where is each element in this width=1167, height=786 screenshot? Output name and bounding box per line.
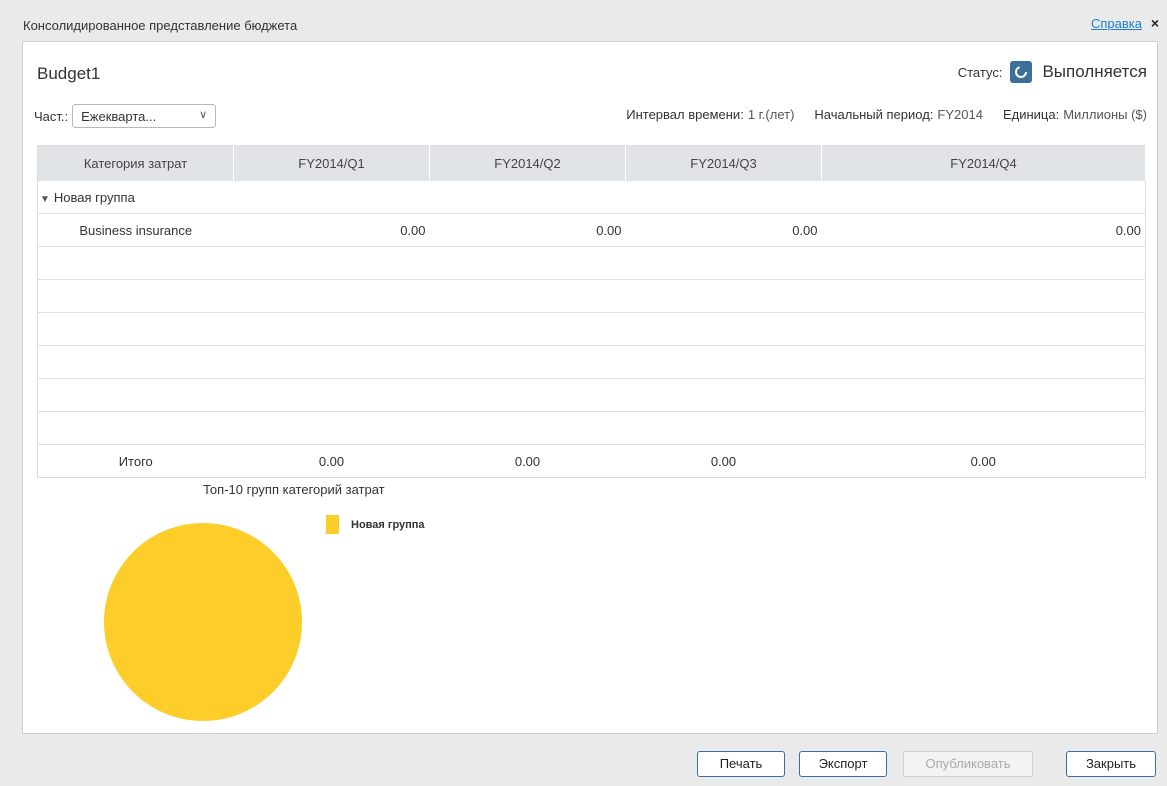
- total-cell: 0.00: [625, 444, 822, 478]
- frequency-value: Ежекварта...: [81, 109, 157, 124]
- interval-value: 1 г.(лет): [747, 107, 795, 122]
- column-header: FY2014/Q3: [625, 145, 822, 181]
- empty-row: [37, 279, 1146, 313]
- total-label: Итого: [37, 444, 234, 478]
- export-button[interactable]: Экспорт: [799, 751, 887, 777]
- budget-table: Категория затрат FY2014/Q1 FY2014/Q2 FY2…: [37, 145, 1146, 478]
- empty-row: [37, 312, 1146, 346]
- start-period-value: FY2014: [937, 107, 983, 122]
- value-cell: 0.00: [429, 213, 626, 247]
- budget-meta: Интервал времени: 1 г.(лет) Начальный пе…: [626, 107, 1147, 122]
- status-label: Статус:: [957, 64, 1003, 80]
- unit-label: Единица:: [1002, 107, 1060, 122]
- interval-label: Интервал времени:: [626, 107, 744, 122]
- table-row[interactable]: Business insurance 0.00 0.00 0.00 0.00: [37, 213, 1146, 247]
- group-name: Новая группа: [53, 189, 135, 205]
- value-cell: 0.00: [625, 213, 822, 247]
- collapse-triangle-icon[interactable]: ▼: [40, 194, 50, 205]
- category-cell: Business insurance: [37, 213, 234, 247]
- unit-value: Миллионы ($): [1063, 107, 1147, 122]
- value-cell: 0.00: [233, 213, 430, 247]
- chart-title: Топ-10 групп категорий затрат: [203, 482, 385, 497]
- total-cell: 0.00: [233, 444, 430, 478]
- empty-row: [37, 378, 1146, 412]
- spinner-icon: [1010, 61, 1033, 83]
- budget-name: Budget1: [37, 64, 101, 83]
- legend-swatch: [326, 515, 339, 534]
- empty-row: [37, 411, 1146, 445]
- column-header: FY2014/Q2: [429, 145, 626, 181]
- pie-slice: [104, 523, 302, 721]
- help-link[interactable]: Справка: [1091, 16, 1142, 31]
- print-button[interactable]: Печать: [697, 751, 785, 777]
- frequency-label: Част.:: [34, 108, 69, 124]
- empty-row: [37, 345, 1146, 379]
- chevron-down-icon: ∨: [199, 109, 208, 121]
- frequency-select[interactable]: Ежекварта... ∨: [72, 104, 217, 128]
- frequency-control: Част.: Ежекварта... ∨: [34, 104, 217, 128]
- group-row[interactable]: ▼ Новая группа: [37, 180, 1146, 214]
- pie-chart: [104, 523, 302, 721]
- publish-button[interactable]: Опубликовать: [903, 751, 1033, 777]
- status-area: Статус: Выполняется: [958, 61, 1147, 83]
- start-period-label: Начальный период:: [814, 107, 934, 122]
- total-cell: 0.00: [429, 444, 626, 478]
- title-bar: Консолидированное представление бюджета …: [0, 0, 1167, 40]
- value-cell: 0.00: [821, 213, 1146, 247]
- status-value: Выполняется: [1042, 62, 1147, 81]
- close-icon[interactable]: ×: [1151, 15, 1159, 31]
- close-button[interactable]: Закрыть: [1066, 751, 1156, 777]
- chart-legend: Новая группа: [326, 515, 425, 534]
- column-header: FY2014/Q4: [821, 145, 1146, 181]
- column-header: FY2014/Q1: [233, 145, 430, 181]
- group-cell[interactable]: ▼ Новая группа: [37, 180, 1146, 214]
- total-cell: 0.00: [821, 444, 1146, 478]
- legend-label: Новая группа: [351, 518, 425, 531]
- content-panel: Budget1 Статус: Выполняется Част.: Ежекв…: [22, 41, 1158, 734]
- empty-row: [37, 246, 1146, 280]
- total-row: Итого 0.00 0.00 0.00 0.00: [37, 444, 1146, 478]
- table-header: Категория затрат FY2014/Q1 FY2014/Q2 FY2…: [37, 145, 1146, 181]
- column-header: Категория затрат: [37, 145, 234, 181]
- budget-dialog: Консолидированное представление бюджета …: [0, 0, 1167, 786]
- dialog-title: Консолидированное представление бюджета: [23, 18, 298, 33]
